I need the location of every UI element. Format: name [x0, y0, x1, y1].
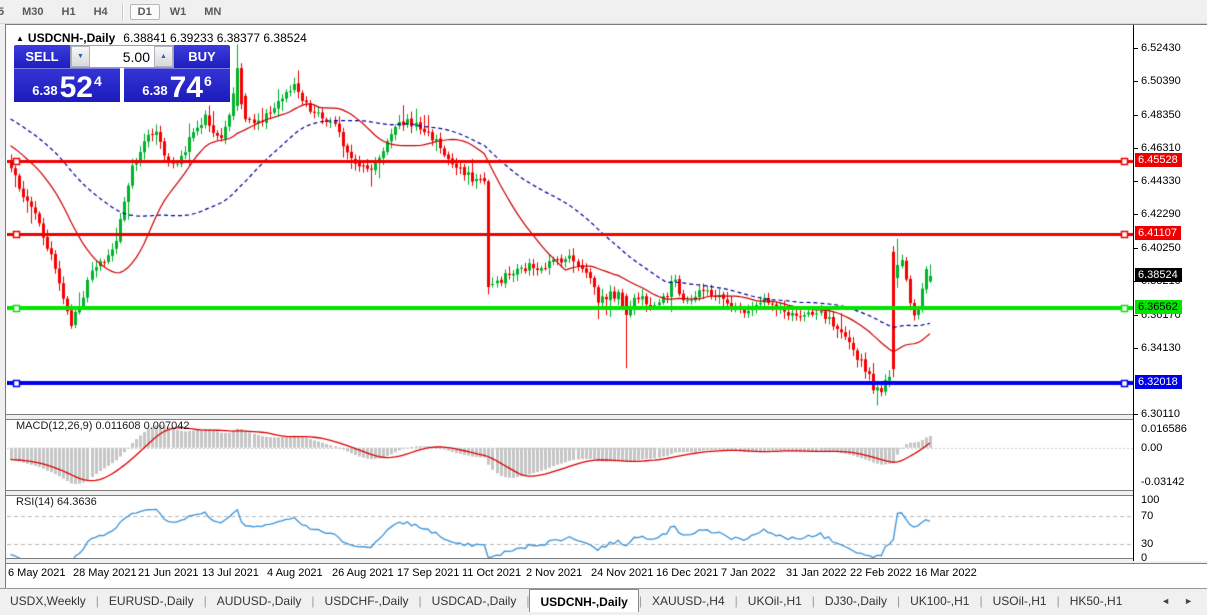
date-tick-label: 16 Mar 2022 [915, 567, 977, 579]
hline-price-badge: 6.36562 [1135, 300, 1182, 314]
chart-tab-usdcad-daily[interactable]: USDCAD-,Daily [422, 589, 527, 613]
price-tick-mark [1134, 181, 1138, 182]
macd-axis-min: -0.03142 [1141, 476, 1185, 488]
price-tick-mark [1134, 214, 1138, 215]
timeframe-button-h4[interactable]: H4 [86, 4, 116, 20]
chart-tab-usdx-weekly[interactable]: USDX,Weekly [0, 589, 96, 613]
price-tick-mark [1134, 414, 1138, 415]
timeframe-button-mn[interactable]: MN [196, 4, 229, 20]
rsi-axis-label: 30 [1141, 538, 1154, 550]
price-tick-mark [1134, 115, 1138, 116]
price-tick-label: 6.34130 [1141, 342, 1181, 354]
sell-button[interactable]: SELL [14, 45, 70, 68]
price-tick-label: 6.48350 [1141, 109, 1181, 121]
chart-tab-xauusd-h4[interactable]: XAUUSD-,H4 [642, 589, 735, 613]
macd-label: MACD(12,26,9) 0.011608 0.007042 [16, 420, 190, 432]
macd-splitter[interactable] [6, 414, 1207, 420]
chart-tab-uk100-h1[interactable]: UK100-,H1 [900, 589, 979, 613]
rsi-splitter[interactable] [6, 490, 1207, 496]
date-tick-label: 4 Aug 2021 [267, 567, 323, 579]
collapse-arrow-icon[interactable]: ▲ [16, 34, 24, 43]
date-tick-label: 17 Sep 2021 [397, 567, 460, 579]
chart-tab-usoil-h1[interactable]: USOil-,H1 [983, 589, 1057, 613]
chart-tab-dj30-daily[interactable]: DJ30-,Daily [815, 589, 897, 613]
price-tick-label: 6.30110 [1141, 408, 1180, 420]
date-tick-label: 11 Oct 2021 [462, 567, 522, 579]
price-tick-label: 6.52430 [1141, 42, 1181, 54]
chart-tab-usdchf-daily[interactable]: USDCHF-,Daily [315, 589, 419, 613]
tab-scroll-right-icon[interactable]: ► [1184, 596, 1193, 606]
date-axis-splitter [6, 558, 1207, 564]
chart-window: ▲ USDCNH-,Daily 6.38841 6.39233 6.38377 6.… [5, 24, 1207, 590]
chart-tab-audusd-daily[interactable]: AUDUSD-,Daily [207, 589, 312, 613]
rsi-axis-label: 100 [1141, 494, 1160, 506]
hline-price-badge: 6.45528 [1135, 153, 1182, 167]
date-tick-label: 28 May 2021 [73, 567, 137, 579]
chart-ohlc-values: 6.38841 6.39233 6.38377 6.38524 [123, 31, 307, 45]
price-tick-mark [1134, 348, 1138, 349]
volume-decrease-button[interactable]: ▼ [71, 46, 90, 67]
hline-price-badge: 6.41107 [1135, 226, 1181, 240]
price-tick-mark [1134, 48, 1138, 49]
date-tick-label: 13 Jul 2021 [202, 567, 259, 579]
timeframe-button-d1[interactable]: D1 [129, 3, 160, 20]
buy-price-prefix: 6.38 [142, 83, 168, 98]
timeframe-button-h1[interactable]: H1 [54, 4, 84, 20]
chart-tab-usdcnh-daily[interactable]: USDCNH-,Daily [529, 589, 639, 613]
tab-scroll-left-icon[interactable]: ◄ [1161, 596, 1170, 606]
date-tick-label: 21 Jun 2021 [138, 567, 199, 579]
date-tick-label: 24 Nov 2021 [591, 567, 654, 579]
macd-axis-max: 0.016586 [1141, 423, 1187, 435]
timeframe-button-5[interactable]: 5 [0, 4, 12, 20]
current-price-badge: 6.38524 [1135, 268, 1182, 282]
volume-input[interactable] [90, 46, 154, 67]
volume-increase-button[interactable]: ▲ [154, 46, 173, 67]
buy-price-main: 74 [169, 71, 203, 104]
date-tick-label: 2 Nov 2021 [526, 567, 583, 579]
rsi-axis-label: 70 [1141, 510, 1154, 522]
date-tick-label: 22 Feb 2022 [850, 567, 912, 579]
tab-scroll-arrows: ◄ ► [1147, 589, 1207, 613]
price-axis[interactable]: 6.52430 6.50390 6.48350 6.46310 6.44330 6.422… [1133, 25, 1207, 564]
timeframe-button-w1[interactable]: W1 [162, 4, 195, 20]
volume-control: ▼ ▲ [70, 45, 174, 68]
trading-app-window: 5 M30 H1 H4 D1 W1 MN ▲ USDCNH-,Daily 6.38841 6.3… [0, 0, 1207, 615]
buy-button[interactable]: BUY [174, 45, 230, 68]
chart-tab-eurusd-daily[interactable]: EURUSD-,Daily [99, 589, 204, 613]
sell-price-prefix: 6.38 [32, 83, 58, 98]
date-tick-label: 6 May 2021 [8, 567, 66, 579]
chart-tab-hk50-h1[interactable]: HK50-,H1 [1060, 589, 1133, 613]
price-tick-mark [1134, 315, 1138, 316]
price-tick-label: 6.42290 [1141, 208, 1181, 220]
buy-price-pip: 6 [203, 73, 212, 89]
date-tick-label: 31 Jan 2022 [786, 567, 847, 579]
price-tick-label: 6.50390 [1141, 75, 1181, 87]
chart-title: ▲ USDCNH-,Daily 6.38841 6.39233 6.38377 6.… [16, 31, 307, 45]
sell-price-main: 52 [59, 71, 93, 104]
hline-price-badge: 6.32018 [1135, 375, 1182, 389]
rsi-label: RSI(14) 64.3636 [16, 496, 97, 508]
one-click-trade-panel: SELL ▼ ▲ BUY 6.38 52 4 6.38 74 6 [14, 45, 230, 104]
price-tick-mark [1134, 148, 1138, 149]
sell-quote-box[interactable]: 6.38 52 4 [14, 68, 120, 104]
price-tick-label: 6.40250 [1141, 242, 1181, 254]
chart-symbol-label: USDCNH-,Daily [27, 31, 116, 45]
sell-price-pip: 4 [93, 73, 102, 89]
timeframe-button-m30[interactable]: M30 [14, 4, 51, 20]
buy-quote-box[interactable]: 6.38 74 6 [124, 68, 230, 104]
date-axis[interactable]: 6 May 2021 28 May 2021 21 Jun 2021 13 Jul 2… [6, 562, 1207, 588]
toolbar-separator [121, 3, 124, 20]
date-tick-label: 7 Jan 2022 [721, 567, 776, 579]
timeframe-toolbar: 5 M30 H1 H4 D1 W1 MN [0, 0, 1207, 24]
price-tick-mark [1134, 81, 1138, 82]
rsi-axis-label: 0 [1141, 552, 1148, 564]
macd-axis-zero: 0.00 [1141, 442, 1163, 454]
price-tick-label: 6.44330 [1141, 175, 1181, 187]
date-tick-label: 26 Aug 2021 [332, 567, 394, 579]
price-tick-mark [1134, 248, 1138, 249]
date-tick-label: 16 Dec 2021 [656, 567, 719, 579]
chart-tab-ukoil-h1[interactable]: UKOil-,H1 [738, 589, 812, 613]
chart-tab-bar: USDX,Weekly | EURUSD-,Daily | AUDUSD-,Daily |… [0, 588, 1207, 613]
rsi-canvas[interactable] [7, 494, 1133, 562]
